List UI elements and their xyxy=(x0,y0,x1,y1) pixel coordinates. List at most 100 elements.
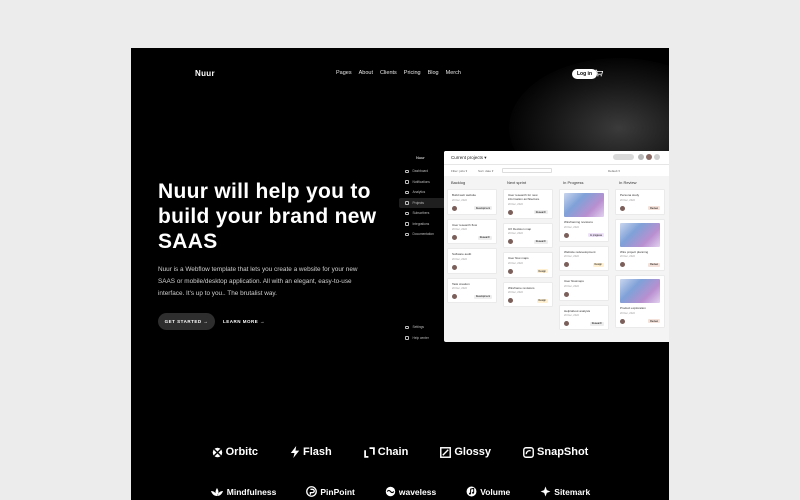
sidebar-label: Analytics xyxy=(412,190,426,195)
filter-chip: Sort: date ▾ xyxy=(478,169,494,173)
nav-item-about[interactable]: About xyxy=(359,70,373,76)
card-footer: Design xyxy=(508,298,548,303)
card-tag: Design xyxy=(536,269,548,273)
mockup-sidebar-item: Notifications xyxy=(399,177,445,188)
avatar xyxy=(452,294,457,299)
wave-icon xyxy=(385,486,396,497)
card-footer: Design xyxy=(564,262,604,267)
partner-logo: PinPoint xyxy=(306,486,355,497)
kanban-card: Product exploration 20 Dec, 2022 Review xyxy=(615,275,665,328)
card-tag: Research xyxy=(533,210,548,214)
avatar xyxy=(564,262,569,267)
card-footer: Research xyxy=(452,235,492,240)
nav-item-pages[interactable]: Pages xyxy=(336,70,352,76)
logo-row-2: Mindfulness PinPoint waveless Volume Sitemar… xyxy=(131,486,669,497)
kanban-column: In Progress Wireframing revisions 20 Dec, … xyxy=(556,179,612,334)
filter-chip: Default ▾ xyxy=(608,169,620,173)
kanban-card: User research flow 20 Dec, 2022 Research xyxy=(447,218,497,244)
card-date: 20 Dec, 2022 xyxy=(452,257,467,261)
card-date: 20 Dec, 2022 xyxy=(564,255,579,258)
card-footer: Review xyxy=(620,262,660,267)
hero-description: Nuur is a Webflow template that lets you… xyxy=(158,266,358,297)
login-button[interactable]: Log in xyxy=(572,69,597,79)
chain-icon xyxy=(363,446,375,458)
mockup-search xyxy=(613,154,634,160)
cart-icon[interactable] xyxy=(595,69,603,77)
mockup-title: Current projects ▾ xyxy=(451,154,487,160)
card-footer xyxy=(452,264,492,270)
avatar xyxy=(638,154,644,160)
card-tag: Review xyxy=(648,206,660,210)
card-title: Persona study xyxy=(620,193,640,197)
nav-item-clients[interactable]: Clients xyxy=(380,70,397,76)
card-tag: Design xyxy=(592,262,604,267)
card-tag: Research xyxy=(533,239,548,244)
avatar xyxy=(452,264,457,270)
card-footer xyxy=(564,291,604,297)
card-title: Product exploration xyxy=(620,306,646,310)
avatar xyxy=(564,232,569,238)
logo-row-1: Orbitc Flash Chain Glossy SnapShot xyxy=(131,446,669,458)
sidebar-label: Subscribers xyxy=(412,211,430,216)
kanban-board: Backlog Build web website 20 Dec, 2022 Deve… xyxy=(444,176,669,334)
sitemark-icon xyxy=(540,486,551,497)
nav-item-pricing[interactable]: Pricing xyxy=(404,70,421,76)
mockup-sidebar-item: Documentation xyxy=(399,229,445,240)
card-title: Website redevelopment xyxy=(564,249,596,254)
sidebar-label: Settings xyxy=(412,325,425,330)
sidebar-label: Documentation xyxy=(412,232,434,237)
sidebar-label: Notifications xyxy=(412,179,430,184)
partner-logo: Chain xyxy=(363,446,408,458)
card-tag: In progress xyxy=(588,233,604,237)
card-footer: Review xyxy=(620,205,660,211)
kanban-column-title: In Progress xyxy=(563,180,584,185)
main-nav: Pages About Clients Pricing Blog Merch xyxy=(336,70,461,76)
lightning-icon xyxy=(290,446,300,458)
mockup-topbar: Current projects ▾ xyxy=(444,151,669,164)
card-title: User research flow xyxy=(452,222,478,227)
nav-item-merch[interactable]: Merch xyxy=(446,70,461,76)
partner-logo-name: Mindfulness xyxy=(226,486,277,497)
card-title: Task creation xyxy=(452,281,470,286)
partner-logo-name: PinPoint xyxy=(320,486,355,497)
card-date: 20 Dec, 2022 xyxy=(620,255,635,258)
mockup-app-window: Current projects ▾ Filter: jobs ▾ Sort: … xyxy=(444,151,669,342)
kanban-column-title: Backlog xyxy=(451,180,466,185)
hero-headline: Nuur will help you to build your brand n… xyxy=(158,179,378,254)
partner-logo: Flash xyxy=(290,446,332,458)
avatar xyxy=(508,268,513,274)
kanban-card: UX Decision map 20 Dec, 2022 Research xyxy=(503,222,553,248)
card-footer: In progress xyxy=(564,232,604,238)
kanban-column: Next sprint User research for new informa… xyxy=(500,179,556,334)
card-title: User research for new information archit… xyxy=(508,193,540,201)
card-title: User flow maps xyxy=(508,256,529,260)
avatar xyxy=(508,209,513,215)
partner-logo-name: Glossy xyxy=(454,446,492,458)
nav-item-blog[interactable]: Blog xyxy=(428,70,439,76)
brand-logo[interactable]: Nuur xyxy=(195,69,215,78)
card-date: 20 Dec, 2022 xyxy=(452,228,467,231)
mockup-sidebar-item: Help center xyxy=(399,333,445,344)
orbit-icon xyxy=(212,447,223,458)
card-footer: Development xyxy=(452,205,492,211)
mockup-sidebar-item: Settings xyxy=(399,322,445,333)
partner-logo-name: SnapShot xyxy=(537,446,589,458)
landing-page: Nuur Pages About Clients Pricing Blog Me… xyxy=(131,48,669,500)
card-tag: Development xyxy=(473,206,492,210)
filter-search-box xyxy=(502,168,552,173)
users-icon xyxy=(405,211,409,215)
kanban-card: Software audit 20 Dec, 2022 xyxy=(447,248,497,274)
partner-logo: waveless xyxy=(385,486,436,497)
learn-more-link[interactable]: LEARN MORE → xyxy=(223,319,265,324)
card-date: 20 Dec, 2022 xyxy=(508,202,523,206)
sidebar-label: Integrations xyxy=(412,221,430,226)
mockup-sidebar-bottom: Settings Help center xyxy=(399,322,445,343)
card-date: 20 Dec, 2022 xyxy=(564,225,579,229)
card-date: 20 Dec, 2022 xyxy=(620,311,635,315)
partner-logo-name: Sitemark xyxy=(554,486,591,497)
get-started-button[interactable]: GET STARTED → xyxy=(158,313,215,330)
avatar xyxy=(564,291,569,297)
card-date: 20 Dec, 2022 xyxy=(452,287,467,290)
partner-logo: Sitemark xyxy=(540,486,590,497)
folder-icon xyxy=(405,201,409,205)
